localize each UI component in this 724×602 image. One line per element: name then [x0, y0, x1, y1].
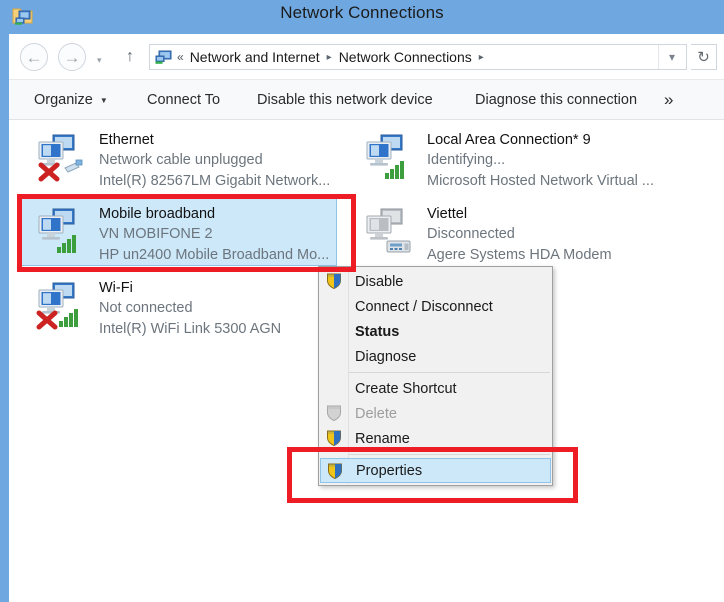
connection-name: Ethernet [99, 132, 154, 148]
chevron-down-icon[interactable]: ▾ [658, 45, 685, 69]
recent-locations-chevron-icon[interactable]: ▾ [97, 55, 102, 66]
context-menu-item-status[interactable]: Status [320, 319, 551, 344]
toolbar-overflow-button[interactable]: » [659, 80, 678, 120]
address-bar-row: ← → ▾ ↑ « Network and Internet ▸ Network… [9, 34, 724, 79]
connection-item-ethernet[interactable]: Ethernet Network cable unplugged Intel(R… [17, 124, 337, 192]
connection-name: Wi-Fi [99, 280, 133, 296]
connection-text: Viettel Disconnected Agere Systems HDA M… [427, 204, 657, 266]
context-menu-item-rename[interactable]: Rename [320, 426, 551, 451]
connection-name: Mobile broadband [99, 206, 216, 222]
toolbar-label: Organize [34, 92, 93, 108]
uac-shield-grey-icon [325, 404, 343, 422]
network-adapter-icon [361, 132, 415, 182]
context-menu-item-disable[interactable]: Disable [320, 269, 551, 294]
network-connections-icon [155, 50, 172, 65]
forward-button[interactable]: → [58, 43, 86, 71]
connection-text: Mobile broadband VN MOBIFONE 2 HP un2400… [99, 204, 329, 266]
network-adapter-icon [33, 280, 87, 330]
breadcrumb-segment-network-and-internet[interactable]: Network and Internet [190, 49, 320, 65]
title-bar[interactable]: Network Connections [0, 0, 724, 34]
connection-status: Disconnected [427, 226, 515, 242]
connection-device: HP un2400 Mobile Broadband Mo... [99, 247, 329, 263]
context-menu-label: Rename [355, 430, 410, 447]
connection-item-mobile-broadband[interactable]: Mobile broadband VN MOBIFONE 2 HP un2400… [17, 198, 337, 266]
command-toolbar: Organize ▼ Connect To Disable this netwo… [9, 79, 724, 120]
context-menu-separator-1 [349, 372, 550, 373]
connection-text: Wi-Fi Not connected Intel(R) WiFi Link 5… [99, 278, 329, 340]
window-left-border [0, 34, 9, 602]
window-title: Network Connections [280, 3, 444, 22]
connection-text: Local Area Connection* 9 Identifying... … [427, 130, 657, 192]
toolbar-item-disable-this-network-device[interactable]: Disable this network device [252, 80, 438, 120]
chevron-down-icon: ▼ [99, 95, 108, 105]
context-menu-item-diagnose[interactable]: Diagnose [320, 344, 551, 369]
connection-device: Intel(R) 82567LM Gigabit Network... [99, 173, 329, 189]
connection-status: VN MOBIFONE 2 [99, 226, 213, 242]
context-menu-label: Properties [356, 462, 423, 479]
uac-shield-icon [325, 429, 343, 447]
modem-adapter-icon [361, 206, 415, 256]
toolbar-item-connect-to[interactable]: Connect To [142, 80, 225, 120]
breadcrumb-separator-2[interactable]: ▸ [479, 52, 484, 63]
connection-status: Identifying... [427, 152, 506, 168]
toolbar-label: Diagnose this connection [475, 92, 638, 108]
refresh-icon[interactable]: ↻ [691, 44, 717, 70]
toolbar-item-diagnose-this-connection[interactable]: Diagnose this connection [470, 80, 642, 120]
breadcrumb-separator-1[interactable]: ▸ [327, 52, 332, 63]
context-menu-label: Delete [355, 405, 397, 422]
connection-status: Network cable unplugged [99, 152, 263, 168]
toolbar-label: Disable this network device [257, 92, 433, 108]
context-menu-label: Status [355, 323, 400, 340]
address-overflow-chevron[interactable]: « [177, 50, 184, 64]
uac-shield-icon [325, 272, 343, 290]
connection-device: Microsoft Hosted Network Virtual ... [427, 173, 654, 189]
context-menu-label: Create Shortcut [355, 380, 457, 397]
connection-device: Intel(R) WiFi Link 5300 AGN [99, 321, 282, 337]
address-field[interactable]: « Network and Internet ▸ Network Connect… [149, 44, 687, 70]
forward-arrow-icon: → [63, 47, 81, 67]
network-connections-window: Network Connections ← → ▾ ↑ « Network an… [0, 0, 724, 602]
context-menu-item-connect-disconnect[interactable]: Connect / Disconnect [320, 294, 551, 319]
connection-text: Ethernet Network cable unplugged Intel(R… [99, 130, 329, 192]
context-menu-separator-2 [349, 454, 550, 455]
context-menu-item-delete: Delete [320, 401, 551, 426]
context-menu-item-create-shortcut[interactable]: Create Shortcut [320, 376, 551, 401]
network-adapter-icon [33, 206, 87, 256]
context-menu-item-properties[interactable]: Properties [320, 458, 551, 483]
connection-name: Viettel [427, 206, 468, 222]
double-chevron-icon: » [664, 90, 674, 109]
context-menu-label: Diagnose [355, 348, 417, 365]
connection-item-wi-fi[interactable]: Wi-Fi Not connected Intel(R) WiFi Link 5… [17, 272, 337, 340]
network-adapter-icon [33, 132, 87, 182]
back-arrow-icon: ← [25, 47, 43, 67]
up-arrow-icon[interactable]: ↑ [119, 46, 141, 68]
toolbar-item-organize[interactable]: Organize ▼ [29, 80, 113, 120]
context-menu-label: Disable [355, 273, 404, 290]
context-menu-label: Connect / Disconnect [355, 298, 493, 315]
breadcrumb-segment-network-connections[interactable]: Network Connections [339, 49, 472, 65]
connection-status: Not connected [99, 300, 193, 316]
back-button[interactable]: ← [20, 43, 48, 71]
connection-item-viettel[interactable]: Viettel Disconnected Agere Systems HDA M… [345, 198, 665, 266]
context-menu: Disable Connect / Disconnect Status Diag… [318, 266, 553, 486]
toolbar-label: Connect To [147, 92, 221, 108]
connection-item-local-area-connection-9[interactable]: Local Area Connection* 9 Identifying... … [345, 124, 665, 192]
uac-shield-icon [326, 462, 344, 480]
connection-name: Local Area Connection* 9 [427, 132, 591, 148]
connection-device: Agere Systems HDA Modem [427, 247, 612, 263]
